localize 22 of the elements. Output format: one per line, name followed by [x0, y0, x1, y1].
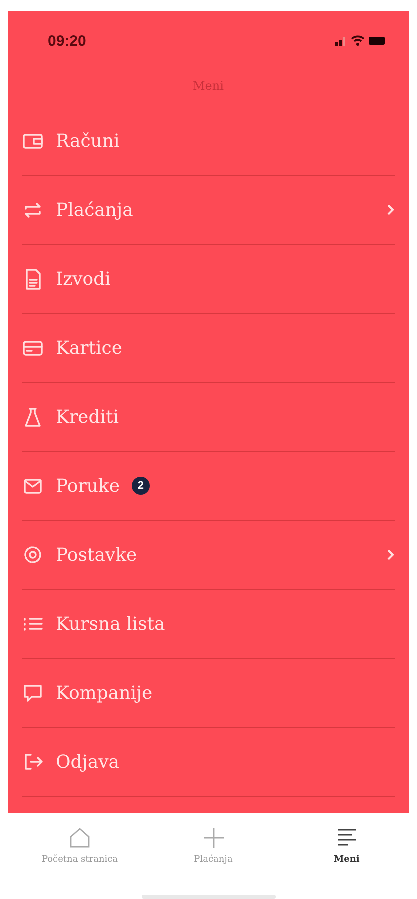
menu-item[interactable]: Poruke 2 — [22, 452, 395, 521]
plus-icon — [202, 827, 224, 849]
home-icon — [70, 828, 90, 848]
menu-item[interactable]: Računi — [22, 107, 395, 176]
chat-bubble-icon — [22, 682, 44, 704]
menu-item[interactable]: Plaćanja — [22, 176, 395, 245]
tab-bar-item[interactable]: Plaćanja — [164, 825, 264, 866]
tab-bar-item[interactable]: Početna stranica — [30, 825, 130, 866]
menu-item[interactable]: Krediti — [22, 383, 395, 452]
menu-item[interactable]: Izvodi — [22, 245, 395, 314]
menu-item[interactable]: Odjava — [22, 728, 395, 797]
tab-bar-item[interactable]: Meni — [297, 825, 397, 866]
status-time: 09:20 — [48, 32, 86, 50]
menu-item[interactable]: Kursna lista — [22, 590, 395, 659]
logout-icon — [22, 751, 44, 773]
menu-icon — [337, 829, 357, 846]
menu-item[interactable]: Postavke — [22, 521, 395, 590]
unread-count-badge: 2 — [132, 477, 150, 495]
status-icons — [335, 35, 387, 47]
settings-icon — [22, 544, 44, 566]
menu-item[interactable]: Kartice — [22, 314, 395, 383]
menu-item[interactable]: Kompanije — [22, 659, 395, 728]
